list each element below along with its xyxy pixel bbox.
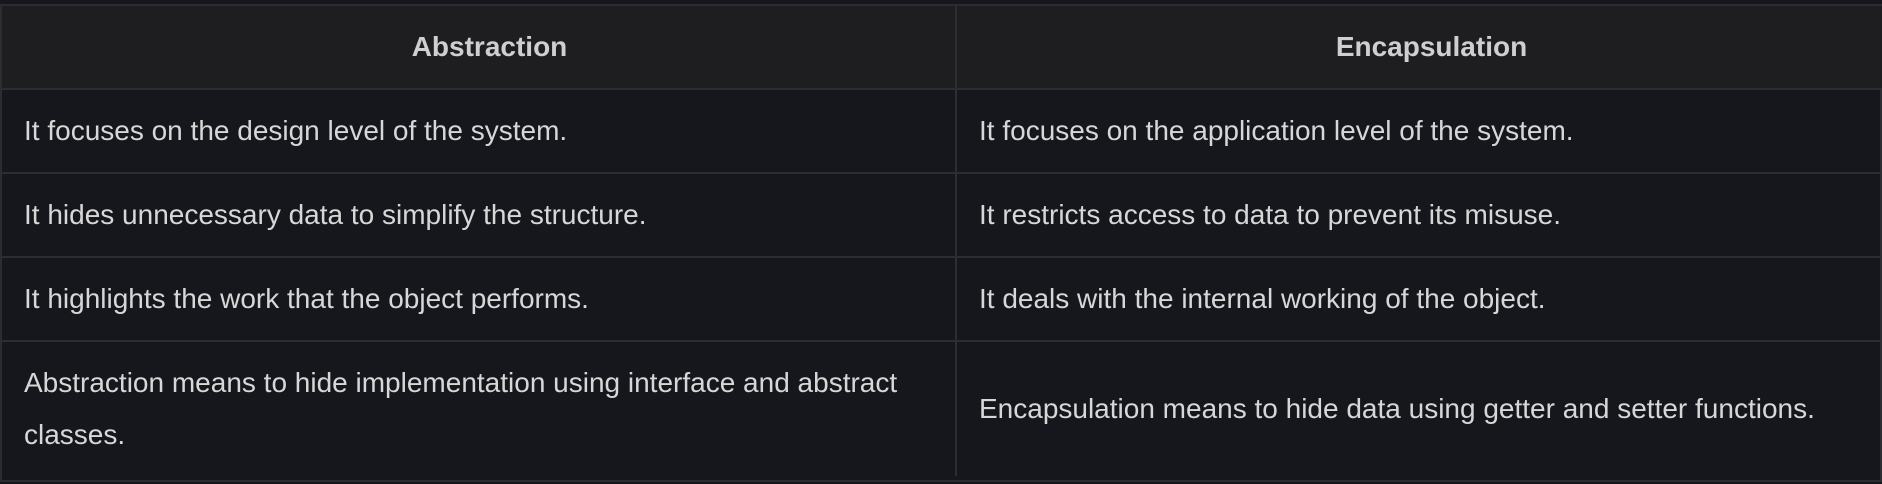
comparison-table-container: Abstraction Encapsulation It focuses on … xyxy=(0,4,1882,482)
header-abstraction: Abstraction xyxy=(2,6,957,90)
encapsulation-cell: It deals with the internal working of th… xyxy=(955,256,1882,342)
comparison-table: Abstraction Encapsulation It focuses on … xyxy=(2,6,1882,476)
encapsulation-cell: It restricts access to data to prevent i… xyxy=(955,172,1882,258)
table-header-row: Abstraction Encapsulation xyxy=(2,6,1882,90)
table-row: It highlights the work that the object p… xyxy=(2,256,1882,342)
table-row: It hides unnecessary data to simplify th… xyxy=(2,172,1882,258)
abstraction-cell: It hides unnecessary data to simplify th… xyxy=(2,172,957,258)
encapsulation-cell: It focuses on the application level of t… xyxy=(955,88,1882,174)
table-row: Abstraction means to hide implementation… xyxy=(2,340,1882,476)
encapsulation-cell: Encapsulation means to hide data using g… xyxy=(955,340,1882,476)
abstraction-cell: Abstraction means to hide implementation… xyxy=(2,340,957,476)
header-encapsulation: Encapsulation xyxy=(955,6,1882,90)
abstraction-cell: It focuses on the design level of the sy… xyxy=(2,88,957,174)
table-row: It focuses on the design level of the sy… xyxy=(2,88,1882,174)
abstraction-cell: It highlights the work that the object p… xyxy=(2,256,957,342)
